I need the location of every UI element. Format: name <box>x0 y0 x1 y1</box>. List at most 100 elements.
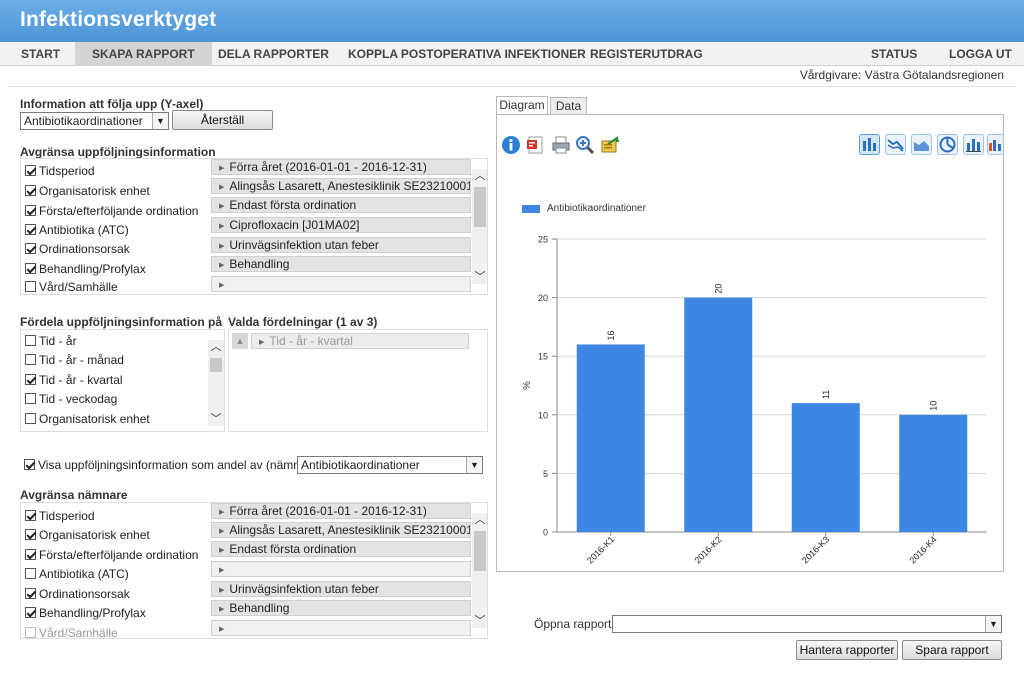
denominator-item[interactable]: Organisatorisk enhet <box>25 525 150 544</box>
denominator-item-label: Behandling/Profylax <box>39 605 146 620</box>
triangle-right-icon: ▶ <box>219 282 225 289</box>
filter-item[interactable]: Ordinationsorsak <box>25 239 130 258</box>
filter-value[interactable]: ▶ Endast första ordination <box>211 197 471 213</box>
pie-chart-icon[interactable] <box>937 134 958 155</box>
chevron-down-icon[interactable]: ﹀ <box>472 270 487 284</box>
nav-registerutdrag[interactable]: REGISTERUTDRAG <box>573 42 720 66</box>
checkbox[interactable] <box>25 568 36 579</box>
denominator-value[interactable]: ▶ <box>211 561 471 577</box>
scrollbar-thumb[interactable] <box>474 187 486 227</box>
save-report-button[interactable]: Spara rapport <box>902 640 1002 660</box>
filter-item[interactable]: Första/efterföljande ordination <box>25 201 198 220</box>
nav-skapa-rapport[interactable]: SKAPA RAPPORT <box>75 42 212 66</box>
checkbox[interactable] <box>25 243 36 254</box>
checkbox[interactable] <box>25 281 36 292</box>
filter-item[interactable]: Antibiotika (ATC) <box>25 220 129 239</box>
checkbox[interactable] <box>25 588 36 599</box>
nav-start[interactable]: START <box>4 42 77 66</box>
filter-value[interactable]: ▶ <box>211 276 471 292</box>
stacked-bar-icon[interactable] <box>963 134 984 155</box>
denominator-scrollbar[interactable]: ︿ ﹀ <box>472 513 487 628</box>
scrollbar-thumb[interactable] <box>210 358 222 372</box>
triangle-right-icon: ▶ <box>219 223 225 230</box>
checkbox[interactable] <box>25 374 36 385</box>
denominator-item[interactable]: Tidsperiod <box>25 506 95 525</box>
checkbox[interactable] <box>24 459 35 470</box>
checkbox[interactable] <box>25 413 36 424</box>
zoom-icon[interactable] <box>575 135 595 155</box>
grouped-bar-icon[interactable] <box>987 134 1004 155</box>
app-title: Infektionsverktyget <box>20 8 217 31</box>
nav-dela-rapporter[interactable]: DELA RAPPORTER <box>201 42 346 66</box>
distribute-item[interactable]: Tid - år - månad <box>25 350 124 369</box>
chevron-up-icon[interactable]: ︿ <box>208 340 224 354</box>
chevron-down-icon[interactable]: ﹀ <box>472 614 487 628</box>
open-report-select[interactable]: ▼ <box>612 615 1002 633</box>
tab-data[interactable]: Data <box>550 97 587 115</box>
info-icon[interactable] <box>501 135 521 155</box>
nav-status[interactable]: STATUS <box>854 42 934 66</box>
bar-chart-icon[interactable] <box>859 134 880 155</box>
filter-scrollbar[interactable]: ︿ ﹀ <box>472 169 487 284</box>
checkbox[interactable] <box>25 607 36 618</box>
nav-koppla-postoperativa[interactable]: KOPPLA POSTOPERATIVA INFEKTIONER <box>331 42 603 66</box>
denominator-item[interactable]: Första/efterföljande ordination <box>25 545 198 564</box>
y-tick-label: 25 <box>538 235 548 245</box>
chevron-up-icon[interactable]: ︿ <box>472 169 487 183</box>
denominator-select[interactable]: Antibiotikaordinationer ▼ <box>297 456 483 474</box>
filter-value[interactable]: ▶ Alingsås Lasarett, Anestesiklinik SE232… <box>211 178 471 194</box>
reset-button[interactable]: Återställ <box>172 110 273 130</box>
filter-item[interactable]: Tidsperiod <box>25 161 95 180</box>
checkbox[interactable] <box>25 205 36 216</box>
denominator-item[interactable]: Behandling/Profylax <box>25 603 146 622</box>
y-tick-label: 0 <box>543 528 548 538</box>
scrollbar-thumb[interactable] <box>474 531 486 571</box>
denominator-value[interactable]: ▶ Endast första ordination <box>211 541 471 557</box>
denominator-value[interactable]: ▶ Urinvägsinfektion utan feber <box>211 581 471 597</box>
area-chart-icon[interactable] <box>911 134 932 155</box>
export-icon[interactable] <box>600 135 620 155</box>
checkbox[interactable] <box>25 165 36 176</box>
denominator-item[interactable]: Ordinationsorsak <box>25 584 130 603</box>
move-up-icon[interactable]: ▲ <box>232 333 248 349</box>
filter-item[interactable]: Behandling/Profylax <box>25 259 146 278</box>
filter-value[interactable]: ▶ Urinvägsinfektion utan feber <box>211 237 471 253</box>
denominator-value[interactable]: ▶ Alingsås Lasarett, Anestesiklinik SE232… <box>211 522 471 538</box>
nav-logga-ut[interactable]: LOGGA UT <box>932 42 1024 66</box>
pdf-icon[interactable] <box>526 135 546 155</box>
yaxis-select[interactable]: Antibiotikaordinationer ▼ <box>20 112 169 130</box>
checkbox[interactable] <box>25 185 36 196</box>
manage-reports-button[interactable]: Hantera rapporter <box>796 640 898 660</box>
distribute-item[interactable]: Tid - veckodag <box>25 389 117 408</box>
print-icon[interactable] <box>551 135 571 155</box>
denominator-value[interactable]: ▶ Förra året (2016-01-01 - 2016-12-31) <box>211 503 471 519</box>
checkbox[interactable] <box>25 549 36 560</box>
denominator-value[interactable]: ▶ Behandling <box>211 600 471 616</box>
chevron-down-icon: ▼ <box>985 616 1001 632</box>
chevron-up-icon[interactable]: ︿ <box>472 513 487 527</box>
checkbox[interactable] <box>25 393 36 404</box>
checkbox[interactable] <box>25 335 36 346</box>
checkbox[interactable] <box>25 510 36 521</box>
checkbox[interactable] <box>25 263 36 274</box>
share-toggle[interactable]: Visa uppföljningsinformation som andel a… <box>24 455 321 474</box>
y-tick-label: 20 <box>538 293 548 303</box>
tab-diagram[interactable]: Diagram <box>496 96 548 115</box>
checkbox[interactable] <box>25 529 36 540</box>
distribute-item[interactable]: Tid - år - kvartal <box>25 370 123 389</box>
filter-item[interactable]: Organisatorisk enhet <box>25 181 150 200</box>
checkbox[interactable] <box>25 354 36 365</box>
selected-distribution-item[interactable]: ▶ Tid - år - kvartal <box>251 333 469 349</box>
distribute-item[interactable]: Organisatorisk enhet <box>25 409 150 428</box>
checkbox[interactable] <box>25 224 36 235</box>
filter-item[interactable]: Vård/Samhälle <box>25 277 118 294</box>
filter-value[interactable]: ▶ Förra året (2016-01-01 - 2016-12-31) <box>211 159 471 175</box>
chevron-down-icon[interactable]: ﹀ <box>208 412 224 426</box>
filter-value[interactable]: ▶ Behandling <box>211 256 471 272</box>
distribute-scrollbar[interactable]: ︿ ﹀ <box>208 340 224 426</box>
denominator-item[interactable]: Antibiotika (ATC) <box>25 564 129 583</box>
filter-value[interactable]: ▶ Ciprofloxacin [J01MA02] <box>211 217 471 233</box>
data-label: 16 <box>606 330 616 340</box>
line-chart-icon[interactable] <box>885 134 906 155</box>
distribute-item[interactable]: Tid - år <box>25 331 77 350</box>
